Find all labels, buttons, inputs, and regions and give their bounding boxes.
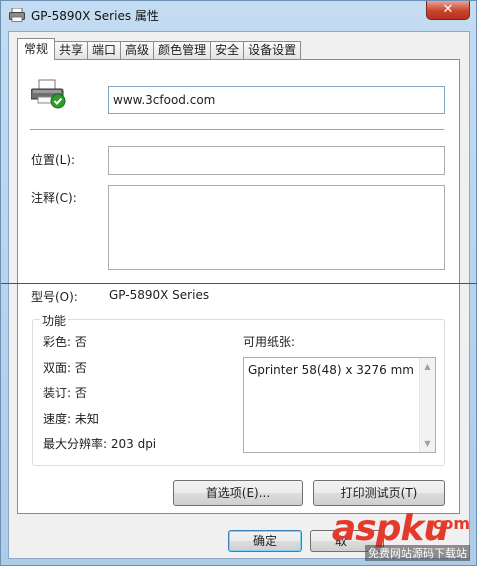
- tab-device-settings[interactable]: 设备设置: [243, 41, 302, 59]
- model-value: GP-5890X Series: [109, 288, 210, 302]
- tab-color-management[interactable]: 颜色管理: [153, 41, 212, 59]
- tab-sharing[interactable]: 共享: [54, 41, 89, 59]
- printer-name-input[interactable]: www.3cfood.com: [108, 86, 445, 114]
- location-label: 位置(L):: [31, 153, 76, 167]
- cancel-button[interactable]: 取: [310, 530, 384, 552]
- feature-speed: 速度: 未知: [43, 412, 99, 426]
- close-icon: ✕: [442, 2, 454, 17]
- paper-list-scrollbar[interactable]: ▲ ▼: [419, 358, 435, 452]
- comment-label: 注释(C):: [31, 191, 77, 205]
- dialog-body: 常规 共享 端口 高级 颜色管理 安全 设备设置 www.3cfood.com …: [8, 31, 470, 559]
- scroll-down-icon[interactable]: ▼: [420, 436, 435, 451]
- window-title: GP-5890X Series 属性: [31, 9, 159, 23]
- title-bar[interactable]: GP-5890X Series 属性 ✕: [1, 1, 476, 29]
- separator: [30, 129, 444, 131]
- printer-icon: [31, 79, 66, 109]
- ok-button[interactable]: 确定: [228, 530, 302, 552]
- paper-label: 可用纸张:: [243, 335, 296, 349]
- tab-strip: 常规 共享 端口 高级 颜色管理 安全 设备设置: [17, 38, 302, 60]
- location-input[interactable]: [108, 146, 445, 175]
- features-group-title: 功能: [40, 312, 69, 329]
- feature-duplex: 双面: 否: [43, 361, 87, 375]
- general-tab-panel: www.3cfood.com 位置(L): 注释(C): 型号(O): GP-5…: [17, 59, 460, 514]
- list-item[interactable]: Gprinter 58(48) x 3276 mm: [248, 363, 414, 377]
- properties-window: GP-5890X Series 属性 ✕ 常规 共享 端口 高级 颜色管理 安全…: [0, 0, 477, 566]
- paper-listbox[interactable]: Gprinter 58(48) x 3276 mm ▲ ▼: [243, 357, 436, 453]
- model-label: 型号(O):: [31, 290, 78, 304]
- tab-security[interactable]: 安全: [210, 41, 245, 59]
- annotation-red-line: [1, 283, 477, 284]
- tab-general[interactable]: 常规: [17, 38, 56, 60]
- tab-ports[interactable]: 端口: [87, 41, 122, 59]
- feature-max-resolution: 最大分辨率: 203 dpi: [43, 437, 157, 451]
- close-button[interactable]: ✕: [426, 1, 470, 20]
- printer-app-icon: [9, 8, 25, 22]
- comment-textarea[interactable]: [108, 185, 445, 270]
- feature-staple: 装订: 否: [43, 386, 87, 400]
- print-test-page-button[interactable]: 打印测试页(T): [313, 480, 445, 506]
- preferences-button[interactable]: 首选项(E)...: [173, 480, 303, 506]
- scroll-up-icon[interactable]: ▲: [420, 359, 435, 374]
- feature-color: 彩色: 否: [43, 335, 87, 349]
- tab-advanced[interactable]: 高级: [120, 41, 155, 59]
